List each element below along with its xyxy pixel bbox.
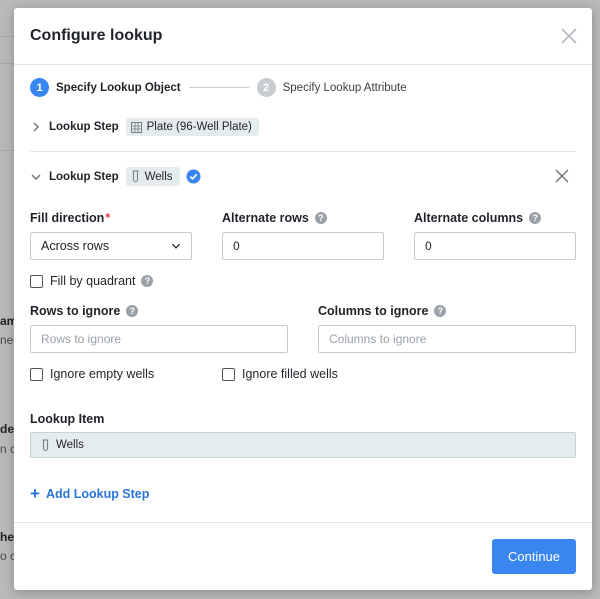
lookup-step-label: Lookup Step [49,170,119,183]
alternate-columns-label-text: Alternate columns [414,211,524,225]
step-1-label: Specify Lookup Object [56,81,181,94]
columns-to-ignore-input[interactable] [318,325,576,353]
test-tube-icon [42,438,49,451]
chevron-right-icon[interactable] [30,121,42,133]
help-icon[interactable]: ? [434,305,447,317]
footer-divider [14,522,592,523]
required-mark: * [105,211,111,225]
rows-to-ignore-label: Rows to ignore ? [30,304,139,318]
wells-tag-label: Wells [144,170,173,183]
step-connector [188,87,249,88]
help-icon[interactable]: ? [314,212,327,224]
step-2-label: Specify Lookup Attribute [282,81,407,94]
lookup-step-label: Lookup Step [49,121,119,133]
rows-to-ignore-input[interactable] [30,325,288,353]
lookup-item-label-text: Lookup Item [30,412,105,426]
fill-direction-label-text: Fill direction [30,211,105,225]
fill-direction-label: Fill direction * [30,211,110,225]
lookup-step-wells[interactable]: Lookup Step Wells [30,167,201,186]
help-icon[interactable]: ? [141,275,154,287]
ignore-filled-wells-row: Ignore filled wells [222,367,338,381]
wells-tag: Wells [125,167,180,186]
configure-lookup-modal: Configure lookup 1 Specify Lookup Object… [14,8,592,590]
lookup-item-label: Lookup Item [30,412,104,426]
add-lookup-step-button[interactable]: + Add Lookup Step [30,485,149,502]
columns-to-ignore-label: Columns to ignore ? [318,304,447,318]
modal-header: Configure lookup [14,8,592,65]
stepper: 1 Specify Lookup Object 2 Specify Lookup… [30,78,407,97]
step-1-number: 1 [30,78,49,97]
plus-icon: + [30,484,40,503]
close-icon[interactable] [560,27,578,45]
fill-by-quadrant-label: Fill by quadrant [50,274,136,288]
bg-text: de [0,422,15,436]
ignore-empty-wells-row: Ignore empty wells [30,367,154,381]
ignore-empty-wells-checkbox[interactable] [30,367,43,381]
remove-step-icon[interactable] [554,168,570,184]
fill-by-quadrant-checkbox[interactable] [30,274,43,288]
add-lookup-step-label: Add Lookup Step [45,486,150,501]
step-2-number: 2 [256,78,276,97]
plate-tag-label: Plate (96-Well Plate) [146,121,252,133]
test-tube-icon [132,170,139,183]
alternate-rows-input[interactable] [222,232,384,260]
bg-text: he [0,530,15,544]
fill-direction-value: Across rows [41,239,110,253]
alternate-columns-input[interactable] [414,232,576,260]
fill-direction-select[interactable]: Across rows [30,232,192,260]
help-icon[interactable]: ? [126,305,139,317]
alternate-columns-label: Alternate columns ? [414,211,542,225]
lookup-item-field: Wells [30,432,576,458]
help-icon[interactable]: ? [529,212,542,224]
modal-title: Configure lookup [30,27,163,44]
ignore-filled-wells-checkbox[interactable] [222,367,235,381]
ignore-filled-wells-label: Ignore filled wells [242,367,338,381]
section-divider [30,151,576,152]
chevron-down-icon[interactable] [30,171,42,183]
plate-grid-icon [130,121,142,133]
columns-to-ignore-label-text: Columns to ignore [318,304,429,318]
alternate-rows-label: Alternate rows ? [222,211,327,225]
ignore-empty-wells-label: Ignore empty wells [50,367,155,381]
fill-by-quadrant-row: Fill by quadrant ? [30,274,154,288]
continue-button[interactable]: Continue [492,539,576,574]
plate-tag: Plate (96-Well Plate) [125,118,259,136]
rows-to-ignore-label-text: Rows to ignore [30,304,121,318]
alternate-rows-label-text: Alternate rows [222,211,309,225]
lookup-item-value: Wells [56,439,84,451]
chevron-down-icon [172,243,180,249]
lookup-step-plate[interactable]: Lookup Step Plate (96-Well Plate) [30,118,259,136]
check-circle-icon [186,169,201,184]
